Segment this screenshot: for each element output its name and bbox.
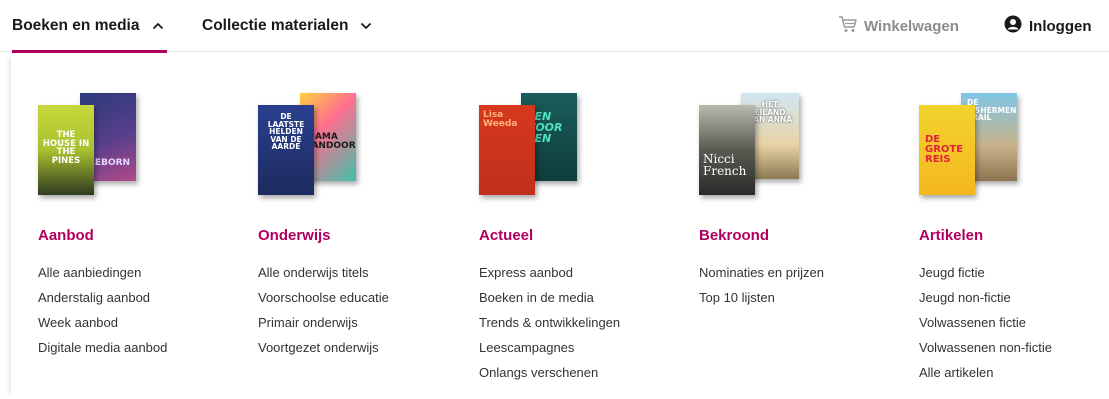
menu-link[interactable]: Jeugd non-fictie	[919, 290, 1052, 315]
book-covers-image[interactable]: REBORN THE HOUSE IN THE PINES	[38, 93, 148, 197]
tab-label: Collectie materialen	[202, 17, 349, 34]
chevron-up-icon	[152, 22, 164, 30]
menu-link[interactable]: Express aanbod	[479, 265, 620, 290]
mega-menu-panel: REBORN THE HOUSE IN THE PINES Aanbod All…	[11, 53, 1109, 399]
shopping-cart-icon	[838, 15, 858, 38]
column-title[interactable]: Bekroond	[699, 227, 769, 244]
top-navigation: Boeken en media Collectie materialen Win…	[0, 0, 1109, 53]
cart-button[interactable]: Winkelwagen	[838, 0, 959, 52]
column-title[interactable]: Actueel	[479, 227, 533, 244]
login-label: Inloggen	[1029, 17, 1092, 35]
menu-link[interactable]: Onlangs verschenen	[479, 365, 620, 390]
menu-link[interactable]: Boeken in de media	[479, 290, 620, 315]
book-cover: Lisa Weeda	[479, 105, 535, 195]
column-title[interactable]: Onderwijs	[258, 227, 331, 244]
book-covers-image[interactable]: DE FISHERMEN'S TRAIL DE GROTE REIS	[919, 93, 1029, 197]
chevron-down-icon	[360, 22, 372, 30]
menu-link[interactable]: Volwassenen fictie	[919, 315, 1052, 340]
book-cover: THE HOUSE IN THE PINES	[38, 105, 94, 195]
menu-link[interactable]: Voortgezet onderwijs	[258, 340, 389, 365]
book-covers-image[interactable]: EEN VOOR EEN Lisa Weeda	[479, 93, 589, 197]
book-covers-image[interactable]: MAMA TANDOORI DE LAATSTE HELDEN VAN DE A…	[258, 93, 368, 197]
menu-link[interactable]: Alle onderwijs titels	[258, 265, 389, 290]
menu-link[interactable]: Nominaties en prijzen	[699, 265, 824, 290]
menu-link[interactable]: Anderstalig aanbod	[38, 290, 167, 315]
menu-link[interactable]: Alle aanbiedingen	[38, 265, 167, 290]
user-circle-icon	[1004, 15, 1022, 38]
column-title[interactable]: Artikelen	[919, 227, 983, 244]
menu-link[interactable]: Volwassenen non-fictie	[919, 340, 1052, 365]
cart-label: Winkelwagen	[864, 17, 959, 35]
tab-boeken-en-media[interactable]: Boeken en media	[12, 0, 167, 53]
menu-link[interactable]: Trends & ontwikkelingen	[479, 315, 620, 340]
menu-link[interactable]: Leescampagnes	[479, 340, 620, 365]
menu-link[interactable]: Digitale media aanbod	[38, 340, 167, 365]
menu-link[interactable]: Jeugd fictie	[919, 265, 1052, 290]
tab-collectie-materialen[interactable]: Collectie materialen	[202, 0, 372, 52]
menu-link[interactable]: Primair onderwijs	[258, 315, 389, 340]
tab-label: Boeken en media	[12, 17, 140, 34]
link-list: Express aanbod Boeken in de media Trends…	[479, 265, 620, 390]
login-button[interactable]: Inloggen	[1004, 0, 1092, 52]
link-list: Alle onderwijs titels Voorschoolse educa…	[258, 265, 389, 365]
menu-link[interactable]: Week aanbod	[38, 315, 167, 340]
menu-link[interactable]: Voorschoolse educatie	[258, 290, 389, 315]
book-cover: DE GROTE REIS	[919, 105, 975, 195]
column-title[interactable]: Aanbod	[38, 227, 94, 244]
link-list: Jeugd fictie Jeugd non-fictie Volwassene…	[919, 265, 1052, 390]
link-list: Alle aanbiedingen Anderstalig aanbod Wee…	[38, 265, 167, 365]
link-list: Nominaties en prijzen Top 10 lijsten	[699, 265, 824, 315]
menu-link[interactable]: Top 10 lijsten	[699, 290, 824, 315]
book-cover: DE LAATSTE HELDEN VAN DE AARDE	[258, 105, 314, 195]
menu-link[interactable]: Alle artikelen	[919, 365, 1052, 390]
book-cover: Nicci French	[699, 105, 755, 195]
book-covers-image[interactable]: HET EILAND VAN ANNA Nicci French	[699, 93, 809, 197]
